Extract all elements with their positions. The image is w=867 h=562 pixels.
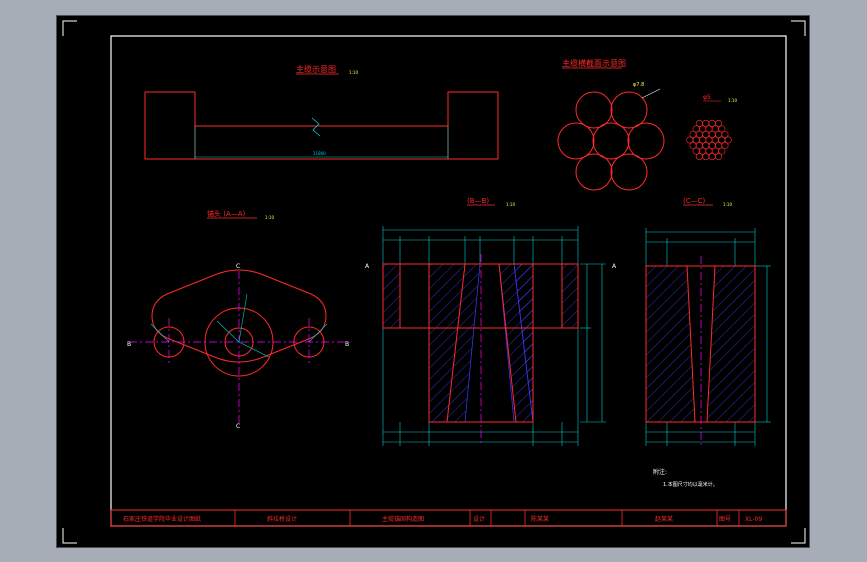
cad-viewport[interactable]: 主缆示意图 1:10 11800 主缆横截面示意图 φ7.8 φ5 1:10 锚… (56, 15, 810, 548)
main-cable-view: 主缆示意图 1:10 11800 (144, 64, 499, 160)
cross-section-title: 主缆横截面示意图 (562, 58, 626, 68)
main-cable-scale: 1:10 (349, 70, 358, 75)
title-drawing-name: 主缆锚固构造图 (382, 515, 424, 523)
section-mark-a-right: A (612, 263, 617, 270)
wire-circle (702, 153, 710, 161)
drawing-canvas: 主缆示意图 1:10 11800 主缆横截面示意图 φ7.8 φ5 1:10 锚… (62, 20, 806, 544)
section-bb-scale: 1:10 (506, 202, 515, 207)
wire-bundle (686, 119, 732, 161)
section-mark-a-left: A (365, 263, 370, 270)
anchor-plan-title: 锚头 (A—A) (207, 209, 246, 218)
main-cable-title: 主缆示意图 (296, 64, 336, 74)
strand-diameter-label: φ7.8 (633, 82, 644, 88)
wire-circle (715, 153, 723, 161)
cable-cross-section: 主缆横截面示意图 φ7.8 φ5 1:10 (557, 58, 737, 191)
right-anchor-block (447, 91, 499, 160)
section-cc-view: (C—C) 1:10 (645, 197, 771, 446)
section-mark-b-left: B (127, 341, 131, 348)
section-mark-b-right: B (345, 341, 349, 348)
wire-circle (708, 153, 716, 161)
title-checker: 赵某某 (655, 515, 673, 523)
section-bb-view: (B—B) 1:10 A A (365, 197, 617, 446)
cable-length-dim: 11800 (313, 151, 326, 156)
left-anchor-block (144, 91, 196, 160)
section-mark-c-top: C (236, 263, 240, 270)
wire-circle (695, 153, 703, 161)
section-cc-title: (C—C) (683, 197, 706, 205)
title-block: 石家庄铁道学院毕业设计图纸 斜拉桥设计 主缆锚固构造图 设计 陈某某 赵某某 图… (110, 509, 787, 527)
anchor-plan-scale: 1:10 (265, 215, 274, 220)
notes-title: 附注: (653, 468, 667, 476)
wire-scale: 1:10 (728, 98, 737, 103)
section-bb-title: (B—B) (467, 197, 489, 205)
title-sheet-no: XL-09 (745, 516, 762, 523)
title-designer: 陈某某 (531, 515, 549, 523)
section-mark-c-bottom: C (236, 423, 240, 430)
section-cc-scale: 1:10 (723, 202, 732, 207)
notes: 附注: 1.本图尺寸均以毫米计。 (653, 468, 718, 488)
title-design-label: 设计 (473, 515, 485, 523)
notes-line-1: 1.本图尺寸均以毫米计。 (663, 481, 718, 488)
title-school: 石家庄铁道学院毕业设计图纸 (123, 515, 201, 523)
wire-diameter-label: φ5 (703, 94, 711, 101)
title-sheet-label: 图号 (719, 516, 731, 523)
title-project: 斜拉桥设计 (267, 515, 297, 523)
anchor-plan-view: 锚头 (A—A) 1:10 B B C C (127, 209, 349, 430)
